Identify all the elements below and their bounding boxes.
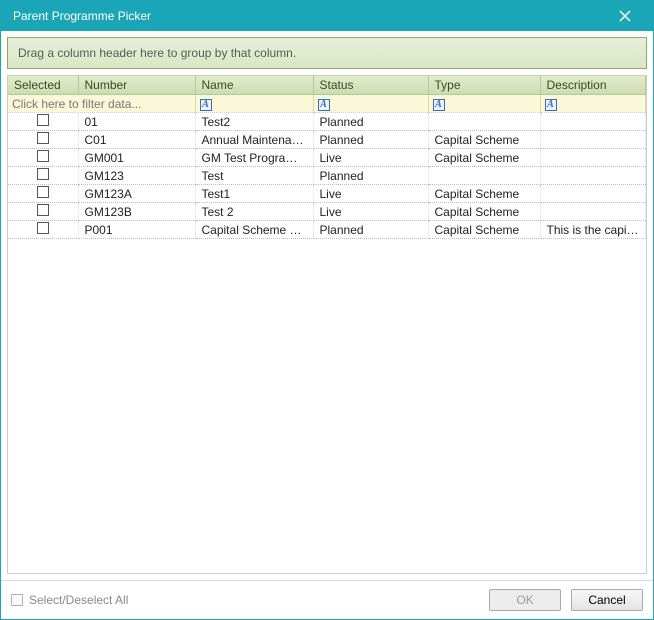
cell-type <box>428 113 540 131</box>
cell-number: 01 <box>78 113 195 131</box>
table-row[interactable]: GM123ATest1LiveCapital Scheme <box>8 185 646 203</box>
filter-type[interactable]: A <box>428 95 540 113</box>
cell-selected[interactable] <box>8 149 78 167</box>
col-name[interactable]: Name <box>195 76 313 95</box>
checkbox-icon <box>37 204 49 216</box>
cell-number: C01 <box>78 131 195 149</box>
cell-status: Live <box>313 185 428 203</box>
cell-status: Planned <box>313 167 428 185</box>
cell-type: Capital Scheme <box>428 185 540 203</box>
cell-type: Capital Scheme <box>428 221 540 239</box>
checkbox-icon <box>11 594 23 606</box>
dialog-content: Drag a column header here to group by th… <box>1 31 653 580</box>
cell-description <box>540 131 646 149</box>
dialog-window: Parent Programme Picker Drag a column he… <box>0 0 654 620</box>
filter-name[interactable]: A <box>195 95 313 113</box>
col-type[interactable]: Type <box>428 76 540 95</box>
cell-description <box>540 167 646 185</box>
cell-description <box>540 113 646 131</box>
cell-status: Live <box>313 203 428 221</box>
group-by-hint: Drag a column header here to group by th… <box>18 46 296 60</box>
col-description[interactable]: Description <box>540 76 646 95</box>
column-header-row: Selected Number Name Status Type Descrip… <box>8 76 646 95</box>
filter-desc[interactable]: A <box>540 95 646 113</box>
cell-description <box>540 203 646 221</box>
checkbox-icon <box>37 186 49 198</box>
checkbox-icon <box>37 150 49 162</box>
cell-type: Capital Scheme <box>428 203 540 221</box>
titlebar: Parent Programme Picker <box>1 1 653 31</box>
cell-description: This is the capital s... <box>540 221 646 239</box>
cell-status: Planned <box>313 131 428 149</box>
grid-empty-area <box>8 239 646 573</box>
cell-name: Test <box>195 167 313 185</box>
cell-name: Capital Scheme Pro... <box>195 221 313 239</box>
cell-name: Test2 <box>195 113 313 131</box>
grid-body: 01Test2PlannedC01Annual Maintenanc..Plan… <box>8 113 646 239</box>
cell-name: Test1 <box>195 185 313 203</box>
table-row[interactable]: GM123TestPlanned <box>8 167 646 185</box>
table-row[interactable]: C01Annual Maintenanc..PlannedCapital Sch… <box>8 131 646 149</box>
cell-status: Live <box>313 149 428 167</box>
close-icon[interactable] <box>605 1 645 31</box>
cell-type: Capital Scheme <box>428 131 540 149</box>
cell-selected[interactable] <box>8 113 78 131</box>
filter-row: Click here to filter data... A A A A <box>8 95 646 113</box>
select-all-label: Select/Deselect All <box>29 593 128 607</box>
grid: Selected Number Name Status Type Descrip… <box>7 75 647 574</box>
cell-number: GM123A <box>78 185 195 203</box>
filter-icon: A <box>545 99 557 111</box>
cell-selected[interactable] <box>8 203 78 221</box>
table-row[interactable]: GM001GM Test ProgrammeLiveCapital Scheme <box>8 149 646 167</box>
col-status[interactable]: Status <box>313 76 428 95</box>
cell-name: Annual Maintenanc.. <box>195 131 313 149</box>
table-row[interactable]: 01Test2Planned <box>8 113 646 131</box>
filter-icon: A <box>200 99 212 111</box>
cell-selected[interactable] <box>8 131 78 149</box>
cell-number: P001 <box>78 221 195 239</box>
cell-type: Capital Scheme <box>428 149 540 167</box>
cell-selected[interactable] <box>8 185 78 203</box>
table-row[interactable]: GM123BTest 2LiveCapital Scheme <box>8 203 646 221</box>
dialog-footer: Select/Deselect All OK Cancel <box>1 580 653 619</box>
filter-hint[interactable]: Click here to filter data... <box>8 95 195 113</box>
cell-description <box>540 185 646 203</box>
cell-number: GM001 <box>78 149 195 167</box>
col-selected[interactable]: Selected <box>8 76 78 95</box>
cell-selected[interactable] <box>8 167 78 185</box>
cancel-button[interactable]: Cancel <box>571 589 643 611</box>
ok-button[interactable]: OK <box>489 589 561 611</box>
cell-name: Test 2 <box>195 203 313 221</box>
cell-name: GM Test Programme <box>195 149 313 167</box>
cell-selected[interactable] <box>8 221 78 239</box>
checkbox-icon <box>37 168 49 180</box>
cell-number: GM123B <box>78 203 195 221</box>
checkbox-icon <box>37 114 49 126</box>
dialog-buttons: OK Cancel <box>489 589 643 611</box>
cell-number: GM123 <box>78 167 195 185</box>
checkbox-icon <box>37 132 49 144</box>
select-all-checkbox[interactable]: Select/Deselect All <box>11 593 128 607</box>
cell-description <box>540 149 646 167</box>
cell-type <box>428 167 540 185</box>
filter-status[interactable]: A <box>313 95 428 113</box>
cell-status: Planned <box>313 113 428 131</box>
window-title: Parent Programme Picker <box>13 9 151 23</box>
group-by-box[interactable]: Drag a column header here to group by th… <box>7 37 647 69</box>
checkbox-icon <box>37 222 49 234</box>
col-number[interactable]: Number <box>78 76 195 95</box>
table-row[interactable]: P001Capital Scheme Pro...PlannedCapital … <box>8 221 646 239</box>
grid-table: Selected Number Name Status Type Descrip… <box>8 76 646 239</box>
filter-icon: A <box>433 99 445 111</box>
cell-status: Planned <box>313 221 428 239</box>
filter-icon: A <box>318 99 330 111</box>
